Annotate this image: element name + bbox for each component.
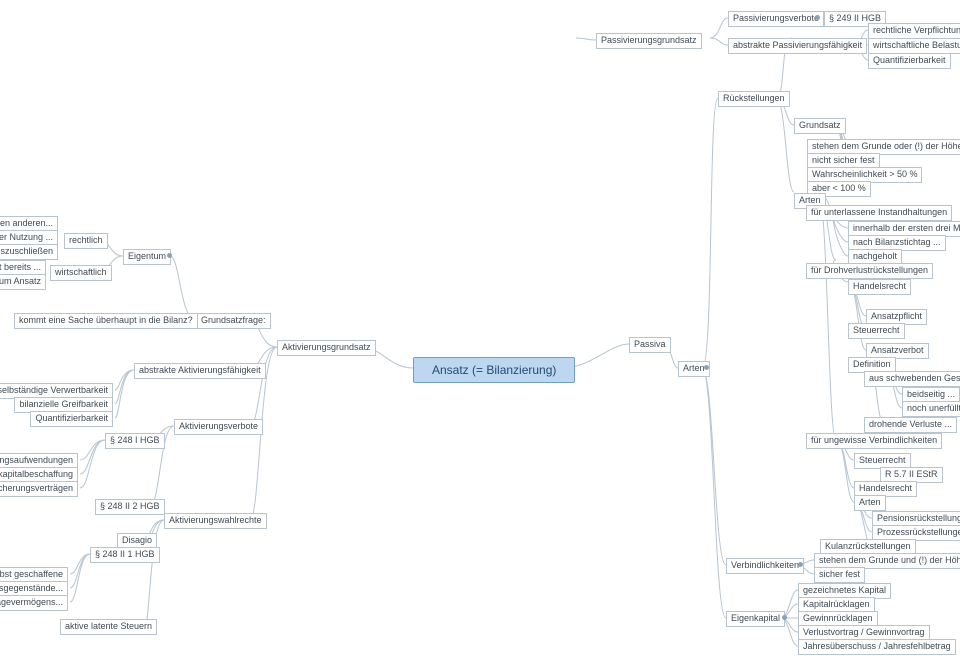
node-sicher-fest[interactable]: sicher fest [814, 567, 865, 583]
node-unterlassene[interactable]: für unterlassene Instandhaltungen [806, 205, 952, 221]
node-quantifizier[interactable]: Quantifizierbarkeit [30, 411, 113, 427]
node-handelsrecht[interactable]: Handelsrecht [848, 279, 911, 295]
node-wirtsch-belast[interactable]: wirtschaftliche Belastung [868, 38, 960, 54]
node-verbindlichkeiten[interactable]: Verbindlichkeiten [726, 558, 804, 574]
node-passivierungsgrundsatz[interactable]: Passivierungsgrundsatz [596, 33, 702, 49]
collapse-dot[interactable] [782, 615, 787, 620]
node-rechtl-verpfl[interactable]: rechtliche Verpflichtung [868, 23, 960, 39]
node-ungewisse[interactable]: für ungewisse Verbindlichkeiten [806, 433, 942, 449]
node-auszuschliessen[interactable]: auszuschließen [0, 244, 58, 260]
node-grundsatz[interactable]: Grundsatz [794, 118, 846, 134]
node-quantifizier2[interactable]: Quantifizierbarkeit [868, 53, 951, 69]
node-drohende-verl[interactable]: drohende Verluste ... [864, 417, 957, 433]
node-fuer-pflicht[interactable]: für die Pflicht zum Ansatz [0, 274, 46, 290]
node-p248I[interactable]: § 248 I HGB [105, 433, 165, 449]
node-steuerrecht[interactable]: Steuerrecht [848, 323, 905, 339]
node-passiva[interactable]: Passiva [629, 337, 671, 353]
node-p248II1[interactable]: § 248 II 1 HGB [90, 547, 160, 563]
node-aktive-latente[interactable]: aktive latente Steuern [60, 619, 157, 635]
node-grundsatzfrage[interactable]: Grundsatzfrage: [196, 313, 271, 329]
node-abstrakte-aktiv[interactable]: abstrakte Aktivierungsfähigkeit [134, 363, 266, 379]
node-rueckstellungen[interactable]: Rückstellungen [718, 91, 790, 107]
node-aufwand-abschluss[interactable]: Aufwand für Abschluss von Versicherungsv… [0, 481, 78, 497]
collapse-dot[interactable] [167, 253, 172, 258]
node-abstrakte-passiv[interactable]: abstrakte Passivierungsfähigkeit [728, 38, 867, 54]
node-des-anlage[interactable]: des Anlagevermögens... [0, 595, 68, 611]
node-drohverlust[interactable]: für Drohverlustrückstellungen [806, 263, 933, 279]
node-passiv-verbote[interactable]: Passivierungsverbote [728, 11, 824, 27]
node-aktivierungsgrundsatz[interactable]: Aktivierungsgrundsatz [277, 340, 376, 356]
collapse-dot[interactable] [798, 562, 803, 567]
node-aktiv-verbote[interactable]: Aktivierungsverbote [174, 419, 263, 435]
node-p248II2[interactable]: § 248 II 2 HGB [95, 499, 165, 515]
node-arten3[interactable]: Arten [854, 495, 886, 511]
node-eigenkapital[interactable]: Eigenkapital [726, 611, 785, 627]
node-eigentum[interactable]: Eigentum [123, 249, 171, 265]
node-aktiv-wahl[interactable]: Aktivierungswahlrechte [164, 513, 267, 529]
collapse-dot[interactable] [704, 365, 709, 370]
node-aus-schwebenden[interactable]: aus schwebenden Geschäften [864, 371, 960, 387]
root-node[interactable]: Ansatz (= Bilanzierung) [413, 357, 575, 383]
node-kommt-sache[interactable]: kommt eine Sache überhaupt in die Bilanz… [14, 313, 198, 329]
node-rechtlich[interactable]: rechtlich [64, 233, 108, 249]
node-jahresueber[interactable]: Jahresüberschuss / Jahresfehlbetrag [798, 639, 956, 655]
collapse-dot[interactable] [815, 15, 820, 20]
node-wirtschaftlich[interactable]: wirtschaftlich [50, 265, 112, 281]
node-noch-unerf[interactable]: noch unerfüllt [902, 401, 960, 417]
